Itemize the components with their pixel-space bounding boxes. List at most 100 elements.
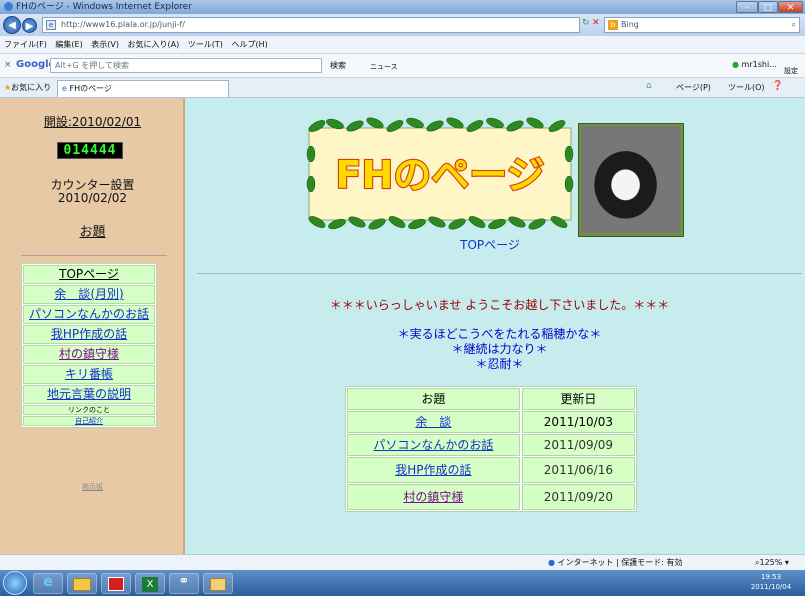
navigation-bar: ◀ ▶ e http://www16.plala.or.jp/junji-f/ … [0, 14, 805, 36]
welcome-message: ＊＊＊いらっしゃいませ ようこそお越し下さいました。＊＊＊ [329, 298, 670, 312]
taskbar-balloon-icon[interactable]: ⚭ [169, 573, 199, 594]
favorites-label: お気に入り [11, 83, 52, 92]
security-zone: ● インターネット | 保護モード: 有効 [548, 555, 683, 570]
motto-3: ＊忍耐＊ [475, 357, 524, 371]
header-topic: お題 [347, 388, 520, 410]
news-button[interactable]: ニュース [370, 62, 398, 72]
menu-tools[interactable]: ツール(T) [188, 40, 223, 49]
table-header-row: お題 更新日 [347, 388, 635, 410]
tab-ie-icon: e [62, 84, 67, 93]
toolbar-close-icon[interactable]: × [4, 60, 12, 70]
sidebar-nav: TOPページ 余 談(月別) パソコンなんかのお話 我HP作成の話 村の鎮守様 … [21, 263, 157, 428]
topic-heading: お題 [79, 225, 106, 240]
row-date: 2011/09/09 [521, 434, 635, 456]
menu-view[interactable]: 表示(V) [91, 40, 119, 49]
taskbar: e X ⚭ 19:53 2011/10/04 [0, 570, 805, 596]
table-row: 村の鎮守様 2011/09/20 [347, 484, 635, 510]
topic-link-shrine[interactable]: 村の鎮守様 [403, 490, 463, 504]
clock-time: 19:53 [760, 573, 782, 581]
taskbar-noentry-icon[interactable] [101, 573, 131, 594]
access-counter: 014444 [57, 142, 123, 159]
nav-yodan[interactable]: 余 談(月別) [23, 285, 155, 304]
nav-dialect[interactable]: 地元言葉の説明 [23, 385, 155, 404]
nav-village-shrine[interactable]: 村の鎮守様 [23, 345, 155, 364]
page-menu[interactable]: ページ(P) [676, 82, 711, 93]
nav-kiriban[interactable]: キリ番帳 [23, 365, 155, 384]
google-toolbar: × Google Alt+G を押して検索 検索 ニュース ● mr1shi..… [0, 54, 805, 78]
site-banner: FHのページ [306, 117, 574, 230]
google-search-input[interactable]: Alt+G を押して検索 [50, 58, 322, 73]
taskbar-folder-icon[interactable] [203, 573, 233, 594]
row-date: 2011/06/16 [521, 457, 635, 483]
menu-favorites[interactable]: お気に入り(A) [128, 40, 180, 49]
status-bar: ● インターネット | 保護モード: 有効 ⌕125% ▾ [0, 554, 805, 570]
banner-title: FHのページ [335, 153, 544, 197]
site-opened-date: 開設:2010/02/01 [43, 115, 142, 129]
forward-button[interactable]: ▶ [22, 18, 37, 33]
ie-logo-icon [4, 2, 13, 11]
clock-date: 2011/10/04 [750, 583, 792, 591]
row-topic: 余 談 [347, 411, 520, 433]
stop-icon[interactable]: ✕ [592, 18, 600, 28]
cat-photo [581, 126, 680, 233]
taskbar-explorer-icon[interactable] [67, 573, 97, 594]
minimize-button[interactable]: – [736, 1, 758, 13]
search-icon[interactable]: ⌕ [792, 18, 796, 32]
account-button[interactable]: ● mr1shi... [732, 60, 777, 69]
topic-link-hp-making[interactable]: 我HP作成の話 [395, 463, 471, 477]
window-title: FHのページ - Windows Internet Explorer [16, 2, 192, 12]
topic-link-yodan[interactable]: 余 談 [415, 415, 451, 429]
status-dot-icon: ● [732, 60, 739, 69]
google-search-button[interactable]: 検索 [330, 60, 346, 71]
nav-top-page[interactable]: TOPページ [23, 265, 155, 284]
start-button[interactable] [3, 571, 27, 595]
security-zone-text: インターネット | 保護モード: 有効 [557, 558, 683, 567]
update-table: お題 更新日 余 談 2011/10/03 パソコンなんかのお話 2011/09… [345, 386, 637, 512]
table-row: パソコンなんかのお話 2011/09/09 [347, 434, 635, 456]
back-button[interactable]: ◀ [3, 16, 21, 34]
favorites-bar: ★お気に入り e FHのページ ページ(P) ツール(O) ⌂ ❓ [0, 78, 805, 98]
tools-menu[interactable]: ツール(O) [728, 82, 765, 93]
help-icon[interactable]: ❓ [772, 81, 783, 91]
topic-link-pc-talk[interactable]: パソコンなんかのお話 [373, 438, 493, 452]
address-url: http://www16.plala.or.jp/junji-f/ [61, 20, 185, 29]
table-row: 我HP作成の話 2011/06/16 [347, 457, 635, 483]
row-topic: パソコンなんかのお話 [347, 434, 520, 456]
home-icon[interactable]: ⌂ [646, 81, 652, 91]
google-search-placeholder: Alt+G を押して検索 [55, 61, 130, 70]
taskbar-excel-icon[interactable]: X [135, 573, 165, 594]
nav-pc-talk[interactable]: パソコンなんかのお話 [23, 305, 155, 324]
menu-file[interactable]: ファイル(F) [4, 40, 47, 49]
close-button[interactable]: ✕ [778, 1, 803, 13]
table-row: 余 談 2011/10/03 [347, 411, 635, 433]
menu-help[interactable]: ヘルプ(H) [231, 40, 267, 49]
address-bar[interactable]: e http://www16.plala.or.jp/junji-f/ [42, 17, 580, 33]
row-topic: 我HP作成の話 [347, 457, 520, 483]
menu-bar: ファイル(F) 編集(E) 表示(V) お気に入り(A) ツール(T) ヘルプ(… [0, 36, 805, 54]
taskbar-ie-icon[interactable]: e [33, 573, 63, 594]
tab-title: FHのページ [69, 84, 112, 93]
top-page-link[interactable]: TOPページ [420, 236, 560, 253]
tab-fh-page[interactable]: e FHのページ [57, 80, 229, 97]
page-icon: e [46, 20, 56, 30]
settings-button[interactable]: 設定 [784, 66, 798, 76]
row-topic: 村の鎮守様 [347, 484, 520, 510]
bbs-link[interactable]: 掲示板 [0, 482, 185, 492]
zoom-level: 125% [759, 558, 783, 567]
header-date: 更新日 [521, 388, 635, 410]
refresh-icon[interactable]: ↻ [582, 18, 590, 28]
search-box[interactable]: b Bing ⌕ [604, 17, 800, 33]
row-date: 2011/09/20 [521, 484, 635, 510]
system-clock[interactable]: 19:53 2011/10/04 [740, 572, 802, 592]
bing-icon: b [608, 20, 618, 30]
zoom-control[interactable]: ⌕125% ▾ [755, 555, 789, 570]
account-name: mr1shi... [741, 60, 777, 69]
nav-self-intro[interactable]: 自己紹介 [23, 416, 155, 426]
favorites-button[interactable]: ★お気に入り [4, 82, 51, 93]
nav-links[interactable]: リンクのこと [23, 405, 155, 415]
menu-edit[interactable]: 編集(E) [55, 40, 82, 49]
row-date: 2011/10/03 [521, 411, 635, 433]
nav-hp-making[interactable]: 我HP作成の話 [23, 325, 155, 344]
maximize-button[interactable]: □ [758, 1, 778, 13]
search-engine-name: Bing [621, 20, 639, 29]
